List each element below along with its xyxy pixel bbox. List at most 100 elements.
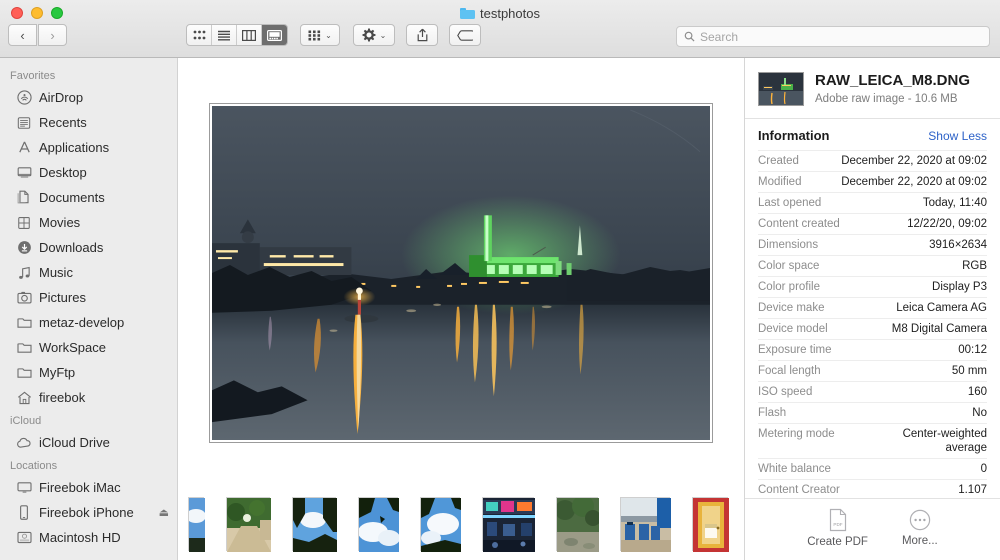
more-label: More... (901, 534, 938, 547)
more-button[interactable]: More... (902, 509, 938, 547)
row-label: Focal length (758, 365, 821, 377)
pictures-icon (16, 290, 32, 306)
window-title: testphotos (0, 4, 1000, 22)
window-title-text: testphotos (480, 5, 540, 21)
tags-button[interactable] (449, 24, 481, 46)
thumb-greenery[interactable] (556, 497, 599, 552)
table-row: Color profile Display P3 (758, 276, 987, 297)
sidebar-item-documents[interactable]: Documents (0, 185, 177, 210)
sidebar-item-icloud-drive[interactable]: iCloud Drive (0, 430, 177, 455)
forward-button[interactable]: › (38, 24, 67, 46)
list-view-button[interactable] (212, 25, 237, 45)
sidebar-header-locations: Locations (10, 460, 58, 472)
table-row: Content Creator 1.107 (758, 479, 987, 498)
harddisk-icon (16, 530, 32, 546)
cloud-icon (16, 435, 32, 451)
row-label: Modified (758, 176, 802, 188)
applications-icon (16, 140, 32, 156)
row-label: Exposure time (758, 344, 832, 356)
row-label: Created (758, 155, 799, 167)
row-value: 1.107 (958, 484, 987, 496)
window-titlebar: testphotos ‹ › ⌄ ⌄ Search (0, 0, 1000, 58)
sidebar-item-myftp[interactable]: MyFtp (0, 360, 177, 385)
sidebar-item-label: AirDrop (39, 90, 84, 105)
tag-icon (457, 29, 473, 41)
create-pdf-button[interactable]: PDF Create PDF (807, 508, 868, 548)
sidebar-item-applications[interactable]: Applications (0, 135, 177, 160)
thumb-sky-trees-1[interactable] (292, 497, 337, 552)
show-less-toggle[interactable]: Show Less (928, 129, 987, 143)
action-menu-button[interactable]: ⌄ (353, 24, 395, 46)
sidebar-item-recents[interactable]: Recents (0, 110, 177, 135)
row-value: December 22, 2020 at 09:02 (841, 155, 987, 167)
imac-icon (16, 480, 32, 496)
sidebar-item-pictures[interactable]: Pictures (0, 285, 177, 310)
photo-frame[interactable] (209, 103, 713, 443)
sidebar-item-workspace[interactable]: WorkSpace (0, 335, 177, 360)
sidebar-item-metaz-develop[interactable]: metaz-develop (0, 310, 177, 335)
sidebar-header-icloud: iCloud (10, 415, 42, 427)
section-title: Information (758, 128, 830, 143)
folder-icon (16, 365, 32, 381)
sidebar-item-fireebok-imac[interactable]: Fireebok iMac (0, 475, 177, 500)
row-value: No (972, 407, 987, 419)
thumb-blue-chairs[interactable] (620, 497, 671, 552)
sidebar-item-airdrop[interactable]: AirDrop (0, 85, 177, 110)
back-button[interactable]: ‹ (8, 24, 37, 46)
sidebar-item-movies[interactable]: Movies (0, 210, 177, 235)
thumb-sky-clipped[interactable] (188, 497, 205, 552)
info-rows: Created December 22, 2020 at 09:02 Modif… (745, 150, 1000, 498)
info-panel: RAW_LEICA_M8.DNG Adobe raw image - 10.6 … (744, 58, 1000, 560)
thumb-red-door[interactable] (692, 497, 729, 552)
table-row: Device model M8 Digital Camera (758, 318, 987, 339)
file-name: RAW_LEICA_M8.DNG (815, 72, 971, 89)
sidebar-item-label: Movies (39, 215, 81, 230)
sidebar-item-downloads[interactable]: Downloads (0, 235, 177, 260)
thumb-sky-clouds-1[interactable] (358, 497, 399, 552)
chevron-down-icon: ⌄ (325, 30, 332, 40)
thumb-garden-path[interactable] (226, 497, 271, 552)
sidebar-section-locations: Locations Fireebok iMac Fireebok iPhone … (0, 455, 177, 550)
search-field[interactable]: Search (676, 26, 990, 47)
table-row: Content created 12/22/20, 09:02 (758, 213, 987, 234)
row-value: December 22, 2020 at 09:02 (841, 176, 987, 188)
list-icon (218, 30, 230, 41)
eject-icon[interactable]: ⏏ (159, 506, 169, 519)
sidebar-item-label: metaz-develop (39, 315, 125, 330)
table-row: ISO speed 160 (758, 381, 987, 402)
folder-icon (16, 315, 32, 331)
row-value: 50 mm (951, 365, 987, 377)
thumb-sky-clouds-2[interactable] (420, 497, 461, 552)
search-placeholder: Search (700, 29, 739, 44)
column-view-button[interactable] (237, 25, 262, 45)
sidebar-item-desktop[interactable]: Desktop (0, 160, 177, 185)
desktop-icon (16, 165, 32, 181)
table-row: Device make Leica Camera AG (758, 297, 987, 318)
create-pdf-label: Create PDF (807, 535, 868, 548)
row-label: Color space (758, 260, 820, 272)
group-by-button[interactable]: ⌄ (300, 24, 340, 46)
sidebar-item-label: Music (39, 265, 73, 280)
icon-view-button[interactable] (187, 25, 212, 45)
sidebar-item-label: Desktop (39, 165, 87, 180)
table-row: Focal length 50 mm (758, 360, 987, 381)
sidebar-item-fireebok[interactable]: fireebok (0, 385, 177, 410)
sidebar-item-music[interactable]: Music (0, 260, 177, 285)
table-row: Last opened Today, 11:40 (758, 192, 987, 213)
table-row: Color space RGB (758, 255, 987, 276)
thumb-neon-storefront[interactable] (482, 497, 535, 552)
row-label: ISO speed (758, 386, 813, 398)
share-button[interactable] (406, 24, 438, 46)
row-label: Content created (758, 218, 840, 230)
sidebar-item-macintosh-hd[interactable]: Macintosh HD (0, 525, 177, 550)
gallery-view-button[interactable] (262, 25, 287, 45)
documents-icon (16, 190, 32, 206)
filmstrip[interactable] (178, 488, 744, 560)
sidebar-item-label: Fireebok iMac (39, 480, 121, 495)
sidebar-item-label: fireebok (39, 390, 86, 405)
pdf-document-icon: PDF (829, 508, 846, 531)
sidebar-item-label: Applications (39, 140, 110, 155)
sidebar-item-fireebok-iphone[interactable]: Fireebok iPhone ⏏ (0, 500, 177, 525)
row-value: Display P3 (932, 281, 987, 293)
window-body: Favorites AirDrop Recents Applications D… (0, 58, 1000, 560)
